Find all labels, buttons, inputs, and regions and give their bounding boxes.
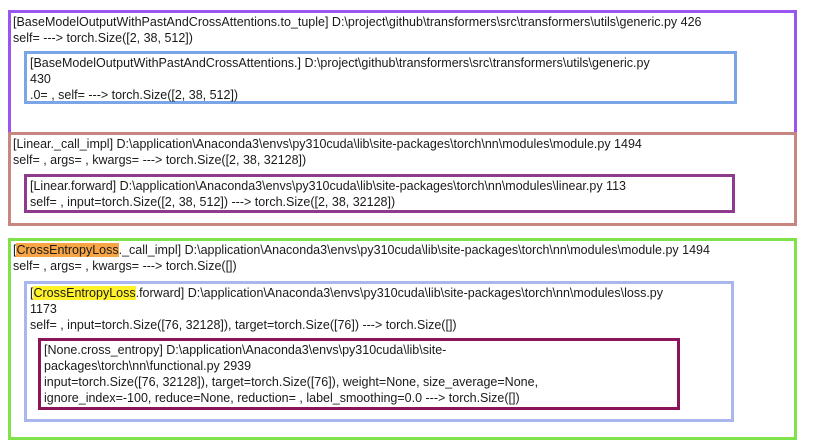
frame-args: .0= , self= ---> torch.Size([2, 38, 512]… [30, 88, 239, 102]
header-rest: ._call_impl] D:\application\Anaconda3\en… [118, 243, 710, 257]
frame-args: input=torch.Size([76, 32128]), target=to… [44, 375, 539, 389]
frame-linear-forward: [Linear.forward] D:\application\Anaconda… [24, 174, 735, 213]
frame-header: [Linear._call_impl] D:\application\Anaco… [13, 137, 642, 151]
frame-args-continued: ignore_index=-100, reduce=None, reductio… [44, 391, 520, 405]
frame-cross-entropy: [None.cross_entropy] D:\application\Anac… [38, 338, 680, 410]
search-highlight: CrossEntropyLoss [33, 286, 136, 300]
frame-to-tuple-child: [BaseModelOutputWithPastAndCrossAttentio… [24, 51, 737, 104]
frame-header-continued: packages\torch\nn\functional.py 2939 [44, 359, 252, 373]
frame-header-line-number: 1173 [30, 302, 57, 316]
frame-header: [Linear.forward] D:\application\Anaconda… [30, 179, 626, 193]
search-highlight-current: CrossEntropyLoss [16, 243, 119, 257]
frame-args: self= , input=torch.Size([2, 38, 512]) -… [30, 195, 396, 209]
frame-args: self= , args= , kwargs= ---> torch.Size(… [13, 259, 237, 273]
frame-header-line-number: 430 [30, 72, 51, 86]
frame-args: self= , args= , kwargs= ---> torch.Size(… [13, 153, 307, 167]
frame-header: [None.cross_entropy] D:\application\Anac… [44, 343, 447, 357]
frame-header: [CrossEntropyLoss._call_impl] D:\applica… [13, 242, 792, 258]
frame-args: self= , input=torch.Size([76, 32128]), t… [30, 318, 457, 332]
header-rest: .forward] D:\application\Anaconda3\envs\… [135, 286, 663, 300]
frame-args: self= ---> torch.Size([2, 38, 512]) [13, 31, 193, 45]
frame-header: [BaseModelOutputWithPastAndCrossAttentio… [30, 56, 650, 70]
frame-header: [CrossEntropyLoss.forward] D:\applicatio… [30, 285, 728, 301]
frame-header: [BaseModelOutputWithPastAndCrossAttentio… [13, 15, 702, 29]
